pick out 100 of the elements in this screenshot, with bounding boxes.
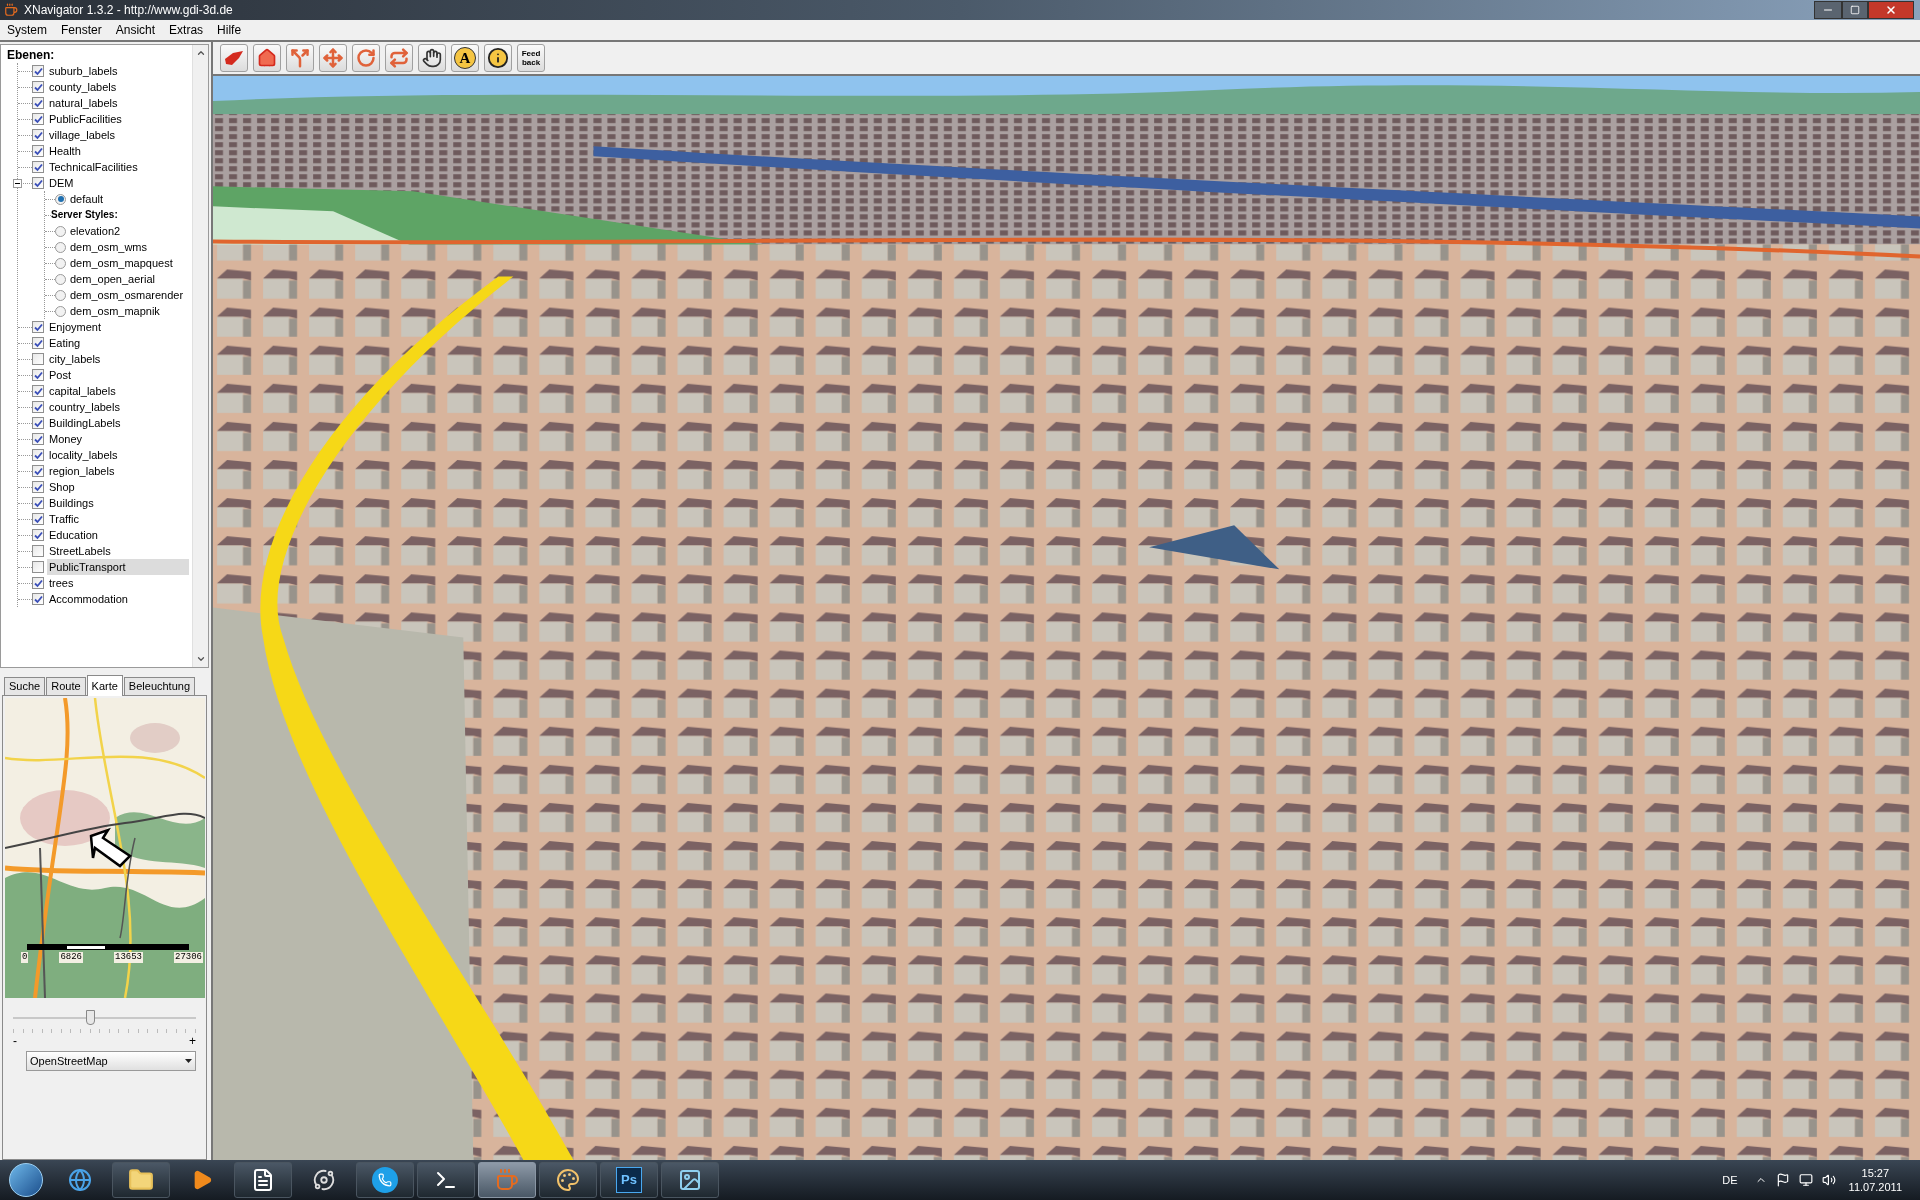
layer-checkbox[interactable] — [32, 97, 44, 109]
layer-checkbox[interactable] — [32, 145, 44, 157]
layer-item[interactable]: Education — [47, 527, 100, 543]
map-source-dropdown[interactable]: OpenStreetMap — [26, 1051, 196, 1071]
slider-thumb[interactable] — [85, 1010, 95, 1025]
scroll-up-icon[interactable] — [195, 48, 206, 58]
maximize-button[interactable] — [1842, 1, 1868, 19]
layer-item[interactable]: PublicFacilities — [47, 111, 124, 127]
layer-item[interactable]: PublicTransport — [47, 559, 189, 575]
paint-taskbar-button[interactable] — [539, 1162, 597, 1198]
style-radio[interactable] — [55, 225, 66, 237]
layer-checkbox[interactable] — [32, 513, 44, 525]
layer-checkbox[interactable] — [32, 577, 44, 589]
layer-item[interactable]: suburb_labels — [47, 63, 120, 79]
chat-taskbar-button[interactable] — [356, 1162, 414, 1198]
layer-checkbox[interactable] — [32, 81, 44, 93]
language-indicator[interactable]: DE — [1722, 1171, 1738, 1189]
swap-tool-button[interactable] — [385, 44, 413, 72]
menu-item[interactable]: Fenster — [61, 21, 102, 39]
layer-checkbox[interactable] — [32, 65, 44, 77]
move-tool-button[interactable] — [319, 44, 347, 72]
layer-checkbox[interactable] — [32, 321, 44, 333]
layer-item[interactable]: Health — [47, 143, 83, 159]
layer-item[interactable]: trees — [47, 575, 76, 591]
layer-checkbox[interactable] — [32, 417, 44, 429]
layer-checkbox[interactable] — [32, 177, 44, 189]
menu-item[interactable]: System — [7, 21, 47, 39]
layer-checkbox[interactable] — [32, 337, 44, 349]
layer-checkbox[interactable] — [32, 401, 44, 413]
layer-item[interactable]: village_labels — [47, 127, 118, 143]
explorer-taskbar-button[interactable] — [112, 1162, 170, 1198]
layer-item[interactable]: Post — [47, 367, 73, 383]
layer-item[interactable]: Enjoyment — [47, 319, 103, 335]
close-button[interactable] — [1868, 1, 1914, 19]
layer-item[interactable]: BuildingLabels — [47, 415, 123, 431]
layer-item[interactable]: country_labels — [47, 399, 122, 415]
flag-icon[interactable] — [1775, 1173, 1790, 1187]
menu-item[interactable]: Hilfe — [217, 21, 242, 39]
terminal-taskbar-button[interactable] — [417, 1162, 475, 1198]
layer-checkbox[interactable] — [32, 129, 44, 141]
layer-checkbox[interactable] — [32, 465, 44, 477]
layer-item[interactable]: Buildings — [47, 495, 96, 511]
label-tool-button[interactable]: A — [451, 44, 479, 72]
layer-item[interactable]: TechnicalFacilities — [47, 159, 140, 175]
layer-item[interactable]: StreetLabels — [47, 543, 113, 559]
rotate-tool-button[interactable] — [352, 44, 380, 72]
document-taskbar-button[interactable] — [234, 1162, 292, 1198]
photoshop-taskbar-button[interactable]: Ps — [600, 1162, 658, 1198]
layer-checkbox[interactable] — [32, 593, 44, 605]
layer-item[interactable]: locality_labels — [47, 447, 120, 463]
layer-item[interactable]: DEM — [47, 175, 76, 191]
scroll-down-icon[interactable] — [195, 654, 206, 664]
pan-tool-button[interactable] — [418, 44, 446, 72]
layer-item[interactable]: county_labels — [47, 79, 119, 95]
minimize-button[interactable] — [1814, 1, 1842, 19]
scrollbar[interactable] — [192, 45, 208, 667]
tilt-tool-button[interactable] — [220, 44, 248, 72]
feedback-button[interactable]: Feed back — [517, 44, 545, 72]
layer-checkbox[interactable] — [32, 433, 44, 445]
style-radio[interactable] — [55, 241, 66, 253]
style-option[interactable]: dem_osm_wms — [70, 239, 148, 255]
style-radio[interactable] — [55, 305, 66, 317]
style-option[interactable]: elevation2 — [70, 223, 121, 239]
layer-checkbox[interactable] — [32, 561, 44, 573]
style-radio[interactable] — [55, 273, 66, 285]
layer-checkbox[interactable] — [32, 497, 44, 509]
house-tool-button[interactable] — [253, 44, 281, 72]
style-option[interactable]: dem_osm_mapquest — [70, 255, 173, 271]
style-option[interactable]: dem_osm_osmarender — [70, 287, 184, 303]
split-tool-button[interactable] — [286, 44, 314, 72]
layer-checkbox[interactable] — [32, 545, 44, 557]
menu-item[interactable]: Extras — [169, 21, 204, 39]
style-option[interactable]: dem_open_aerial — [70, 271, 155, 287]
menu-item[interactable]: Ansicht — [115, 21, 156, 39]
style-radio[interactable] — [55, 193, 66, 205]
layer-item[interactable]: region_labels — [47, 463, 117, 479]
layer-item[interactable]: Money — [47, 431, 85, 447]
style-option[interactable]: dem_osm_mapnik — [70, 303, 160, 319]
style-radio[interactable] — [55, 257, 66, 269]
layer-item[interactable]: capital_labels — [47, 383, 118, 399]
layer-checkbox[interactable] — [32, 449, 44, 461]
layer-item[interactable]: city_labels — [47, 351, 103, 367]
layer-checkbox[interactable] — [32, 353, 44, 365]
layer-item[interactable]: Traffic — [47, 511, 81, 527]
info-tool-button[interactable] — [484, 44, 512, 72]
layer-item[interactable]: Shop — [47, 479, 77, 495]
panel-tab[interactable]: Suche — [4, 677, 46, 695]
style-option[interactable]: default — [70, 191, 104, 207]
panel-tab[interactable]: Route — [46, 677, 86, 695]
layer-checkbox[interactable] — [32, 161, 44, 173]
image-taskbar-button[interactable] — [661, 1162, 719, 1198]
layer-checkbox[interactable] — [32, 369, 44, 381]
panel-tab[interactable]: Karte — [86, 675, 123, 696]
layer-checkbox[interactable] — [32, 529, 44, 541]
collapse-toggle[interactable] — [13, 178, 22, 188]
layer-item[interactable]: Accommodation — [47, 591, 130, 607]
layer-checkbox[interactable] — [32, 113, 44, 125]
panel-tab[interactable]: Beleuchtung — [123, 677, 196, 695]
style-radio[interactable] — [55, 289, 66, 301]
zoom-slider[interactable] — [13, 1010, 196, 1026]
